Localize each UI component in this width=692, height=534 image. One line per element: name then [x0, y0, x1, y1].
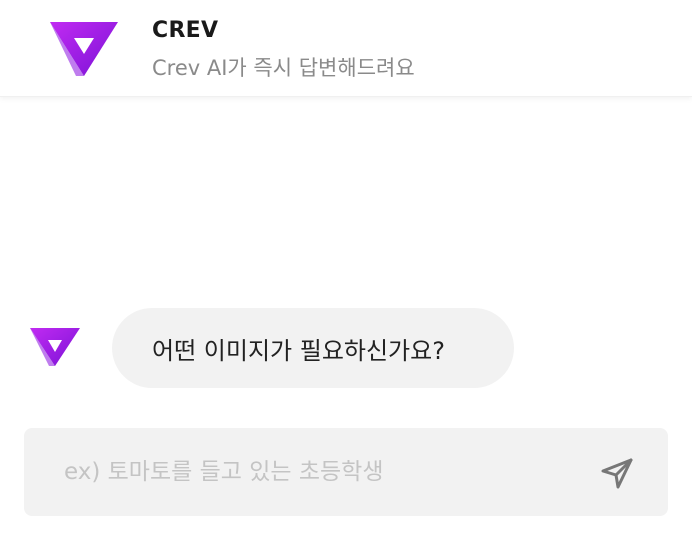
crev-logo-icon	[50, 22, 118, 76]
chat-app: CREV Crev AI가 즉시 답변해드려요 어떤 이미지가 필요하신가요?	[0, 0, 692, 534]
header-title: CREV	[152, 18, 219, 43]
header-subtitle: Crev AI가 즉시 답변해드려요	[152, 56, 415, 80]
crev-logo-icon	[30, 328, 80, 366]
send-button[interactable]	[600, 456, 634, 490]
bot-message-bubble: 어떤 이미지가 필요하신가요?	[112, 308, 514, 388]
message-input[interactable]	[64, 448, 584, 496]
message-composer	[24, 428, 668, 516]
bot-message-text: 어떤 이미지가 필요하신가요?	[152, 336, 445, 365]
chat-header: CREV Crev AI가 즉시 답변해드려요	[0, 0, 692, 97]
send-icon	[601, 458, 633, 489]
